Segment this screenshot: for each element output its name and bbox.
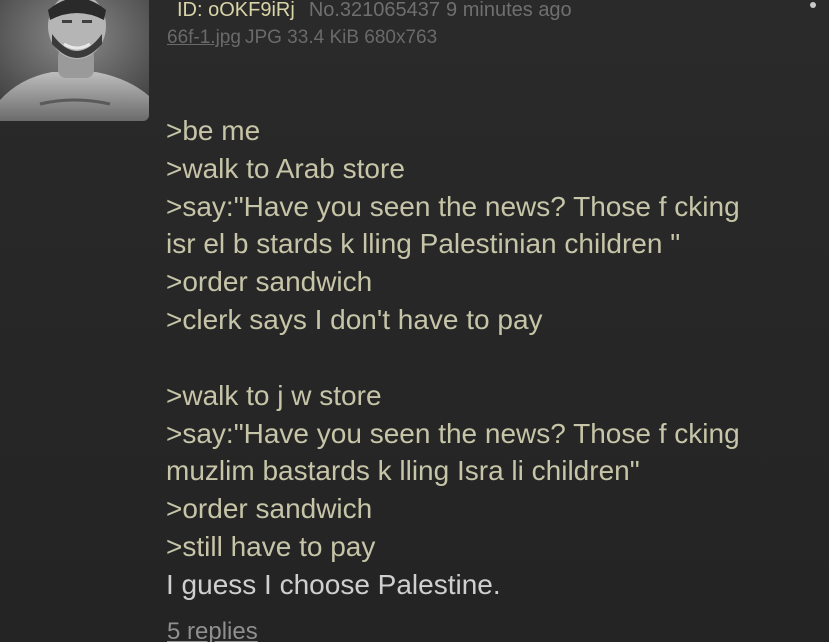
greentext-line: isr el b stards k lling Palestinian chil… bbox=[166, 228, 681, 260]
greentext-line: muzlim bastards k lling Isra li children… bbox=[166, 455, 640, 487]
greentext-line: >order sandwich bbox=[166, 266, 373, 298]
greentext-line: >walk to Arab store bbox=[166, 152, 405, 184]
greentext-line: >clerk says I don't have to pay bbox=[166, 303, 543, 335]
file-meta: JPG 33.4 KiB 680x763 bbox=[244, 27, 438, 48]
poster-id[interactable]: ID: oOKF9iRj bbox=[177, 0, 295, 21]
greentext-line: >say:"Have you seen the news? Those f ck… bbox=[166, 417, 740, 449]
post-body: >be me >walk to Arab store >say:"Have you … bbox=[166, 112, 826, 604]
greentext-line: >still have to pay bbox=[166, 530, 376, 562]
post-number[interactable]: No.321065437 bbox=[309, 0, 440, 21]
replies-link[interactable]: 5 replies bbox=[167, 618, 258, 642]
greentext-line: >be me bbox=[166, 115, 261, 146]
post-container: ID: oOKF9iRj No.321065437 9 minutes ago 66… bbox=[0, 0, 829, 642]
greentext-line: >order sandwich bbox=[166, 493, 373, 525]
text-line: I guess I choose Palestine. bbox=[166, 568, 501, 600]
greentext-line: >say:"Have you seen the news? Those f ck… bbox=[166, 190, 740, 222]
post-timestamp: 9 minutes ago bbox=[446, 0, 572, 21]
post-thumbnail[interactable] bbox=[0, 0, 149, 121]
vertical-dots-menu-icon[interactable] bbox=[806, 0, 820, 24]
post-header: ID: oOKF9iRj No.321065437 9 minutes ago bbox=[177, 0, 572, 24]
file-name-link[interactable]: 66f-1.jpg bbox=[167, 27, 241, 48]
file-info: 66f-1.jpg JPG 33.4 KiB 680x763 bbox=[167, 25, 437, 51]
thumbnail-image bbox=[0, 0, 149, 121]
greentext-line: >walk to j w store bbox=[166, 379, 382, 411]
